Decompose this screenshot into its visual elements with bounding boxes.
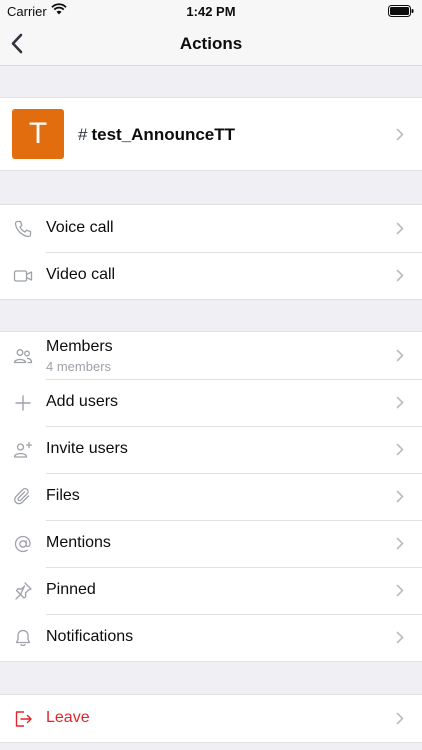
leave-icon <box>15 711 32 727</box>
members-label: Members <box>46 338 113 355</box>
calls-section: Voice call Video call <box>0 204 422 300</box>
leave-label: Leave <box>46 709 90 726</box>
room-name: # test_AnnounceTT <box>78 125 235 145</box>
room-actions-section: Members 4 members Add users Invite users… <box>0 331 422 662</box>
add-users-item[interactable]: Add users <box>0 379 422 426</box>
battery-icon <box>388 5 414 20</box>
chevron-right-icon <box>396 584 404 597</box>
video-call-label: Video call <box>46 266 116 283</box>
chevron-right-icon <box>396 443 404 456</box>
chevron-right-icon <box>396 396 404 409</box>
pin-icon <box>15 582 32 600</box>
notifications-label: Notifications <box>46 628 134 645</box>
voice-call-label: Voice call <box>46 219 114 236</box>
status-bar: Carrier 1:42 PM <box>0 0 422 22</box>
paperclip-icon <box>14 487 30 505</box>
pinned-item[interactable]: Pinned <box>0 567 422 614</box>
chevron-right-icon <box>396 490 404 503</box>
leave-section: Leave <box>0 694 422 743</box>
room-avatar: T <box>12 109 64 159</box>
at-sign-icon <box>14 535 31 553</box>
invite-users-label: Invite users <box>46 440 128 457</box>
navigation-bar: Actions <box>0 22 422 66</box>
chevron-right-icon <box>396 537 404 550</box>
members-count: 4 members <box>46 359 112 374</box>
plus-icon <box>15 395 31 411</box>
notifications-item[interactable]: Notifications <box>0 614 422 661</box>
chevron-right-icon <box>396 631 404 644</box>
pinned-label: Pinned <box>46 581 96 598</box>
files-label: Files <box>46 487 80 504</box>
members-icon <box>13 349 33 364</box>
voice-call-item[interactable]: Voice call <box>0 205 422 252</box>
invite-users-item[interactable]: Invite users <box>0 426 422 473</box>
bell-icon <box>15 629 31 647</box>
clock-label: 1:42 PM <box>186 4 236 19</box>
add-users-label: Add users <box>46 393 119 410</box>
invite-user-icon <box>13 441 33 458</box>
leave-item[interactable]: Leave <box>0 695 422 742</box>
members-item[interactable]: Members 4 members <box>0 332 422 379</box>
chevron-right-icon <box>396 712 404 725</box>
chevron-right-icon <box>396 349 404 362</box>
room-info-row[interactable]: T # test_AnnounceTT <box>0 97 422 171</box>
video-call-item[interactable]: Video call <box>0 252 422 299</box>
hashtag-icon: # <box>78 125 88 144</box>
mentions-label: Mentions <box>46 534 111 551</box>
video-camera-icon <box>13 270 33 282</box>
room-name-label: test_AnnounceTT <box>91 125 236 144</box>
files-item[interactable]: Files <box>0 473 422 520</box>
chevron-right-icon <box>396 269 404 282</box>
phone-icon <box>14 220 32 238</box>
chevron-right-icon <box>396 222 404 235</box>
chevron-right-icon <box>396 128 404 141</box>
page-title: Actions <box>179 34 243 53</box>
mentions-item[interactable]: Mentions <box>0 520 422 567</box>
